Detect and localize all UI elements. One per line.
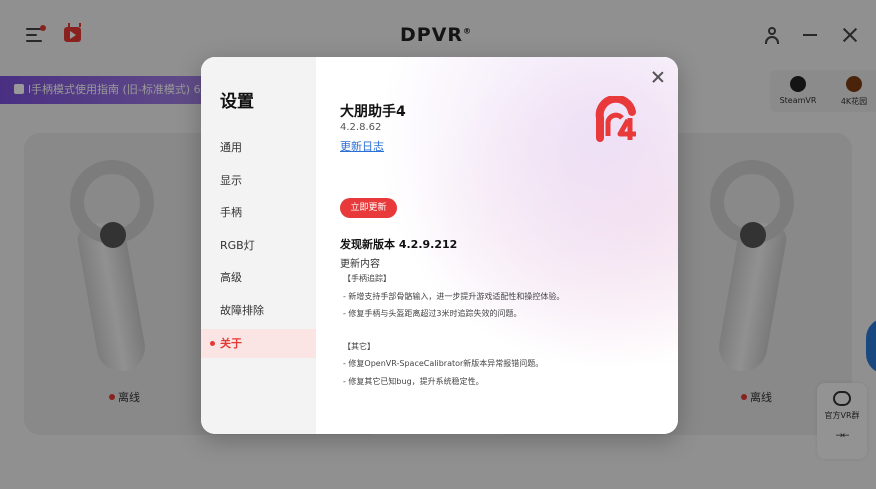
update-content-title: 更新内容 (340, 259, 380, 270)
nav-general[interactable]: 通用 (201, 133, 316, 162)
release-note: - 修复OpenVR-SpaceCalibrator新版本异常报错问题。 (343, 359, 544, 368)
release-note: - 新增支持手部骨骼输入，进一步提升游戏适配性和操控体验。 (343, 292, 565, 301)
release-note: - 修复其它已知bug，提升系统稳定性。 (343, 377, 484, 386)
nav-about[interactable]: 关于 (201, 329, 316, 358)
changelog-link[interactable]: 更新日志 (340, 138, 384, 154)
app-name: 大朋助手4 (340, 104, 406, 120)
new-version-heading: 发现新版本 4.2.9.212 (340, 238, 458, 251)
nav-controller[interactable]: 手柄 (201, 198, 316, 227)
release-note: - 修复手柄与头盔距离超过3米时追踪失效的问题。 (343, 309, 522, 318)
active-dot-icon (210, 341, 215, 346)
settings-dialog: 设置 通用 显示 手柄 RGB灯 高级 故障排除 关于 大朋助手4 4.2.8.… (201, 57, 678, 434)
release-note: 【其它】 (343, 342, 375, 351)
nav-troubleshoot[interactable]: 故障排除 (201, 296, 316, 325)
settings-nav: 设置 通用 显示 手柄 RGB灯 高级 故障排除 关于 (201, 57, 316, 434)
update-now-button[interactable]: 立即更新 (340, 198, 397, 218)
close-icon[interactable] (651, 70, 665, 84)
dpvr-assistant-logo-icon (595, 96, 636, 142)
nav-advanced[interactable]: 高级 (201, 263, 316, 292)
release-note: 【手柄追踪】 (343, 274, 391, 283)
about-panel: 大朋助手4 4.2.8.62 更新日志 立即更新 发现新版本 4.2.9.212… (316, 57, 678, 434)
nav-rgb-light[interactable]: RGB灯 (201, 231, 316, 260)
app-version: 4.2.8.62 (340, 122, 382, 133)
nav-display[interactable]: 显示 (201, 166, 316, 195)
settings-title: 设置 (220, 92, 254, 112)
